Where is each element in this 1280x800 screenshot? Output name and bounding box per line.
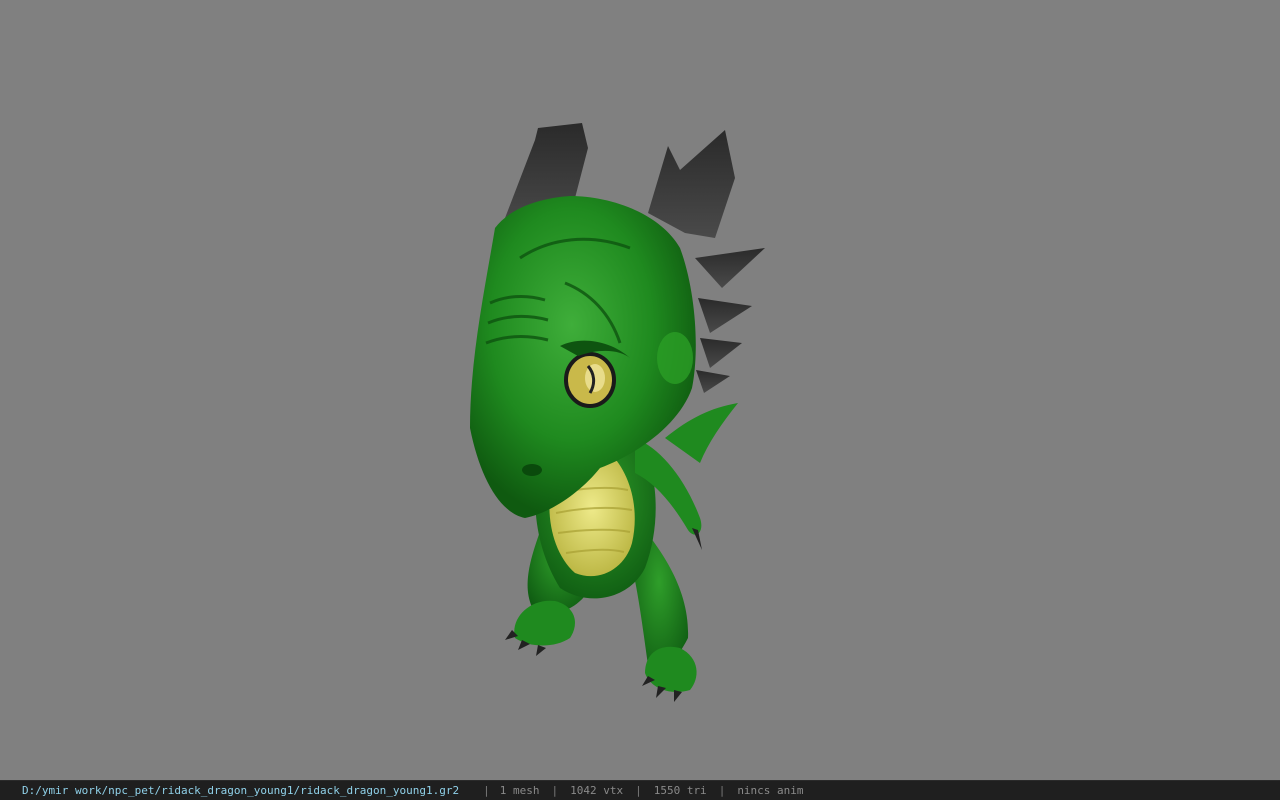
triangle-count: 1550 tri bbox=[653, 784, 707, 797]
separator: | bbox=[483, 784, 490, 797]
right-foot bbox=[645, 646, 697, 693]
vertex-count: 1042 vtx bbox=[570, 784, 624, 797]
right-horn bbox=[648, 130, 735, 238]
3d-viewport[interactable] bbox=[0, 0, 1280, 780]
left-foot bbox=[514, 600, 575, 646]
file-path: D:/ymir work/npc_pet/ridack_dragon_young… bbox=[22, 784, 460, 797]
separator: | bbox=[718, 784, 726, 797]
mesh-count: 1 mesh bbox=[499, 784, 540, 797]
dragon-model-icon bbox=[470, 123, 765, 702]
separator: | bbox=[635, 784, 642, 797]
spike-group bbox=[695, 248, 765, 393]
nostril bbox=[522, 464, 542, 476]
status-bar: D:/ymir work/npc_pet/ridack_dragon_young… bbox=[0, 780, 1280, 800]
animation-status: nincs anim bbox=[737, 784, 804, 797]
separator: | bbox=[551, 784, 559, 797]
